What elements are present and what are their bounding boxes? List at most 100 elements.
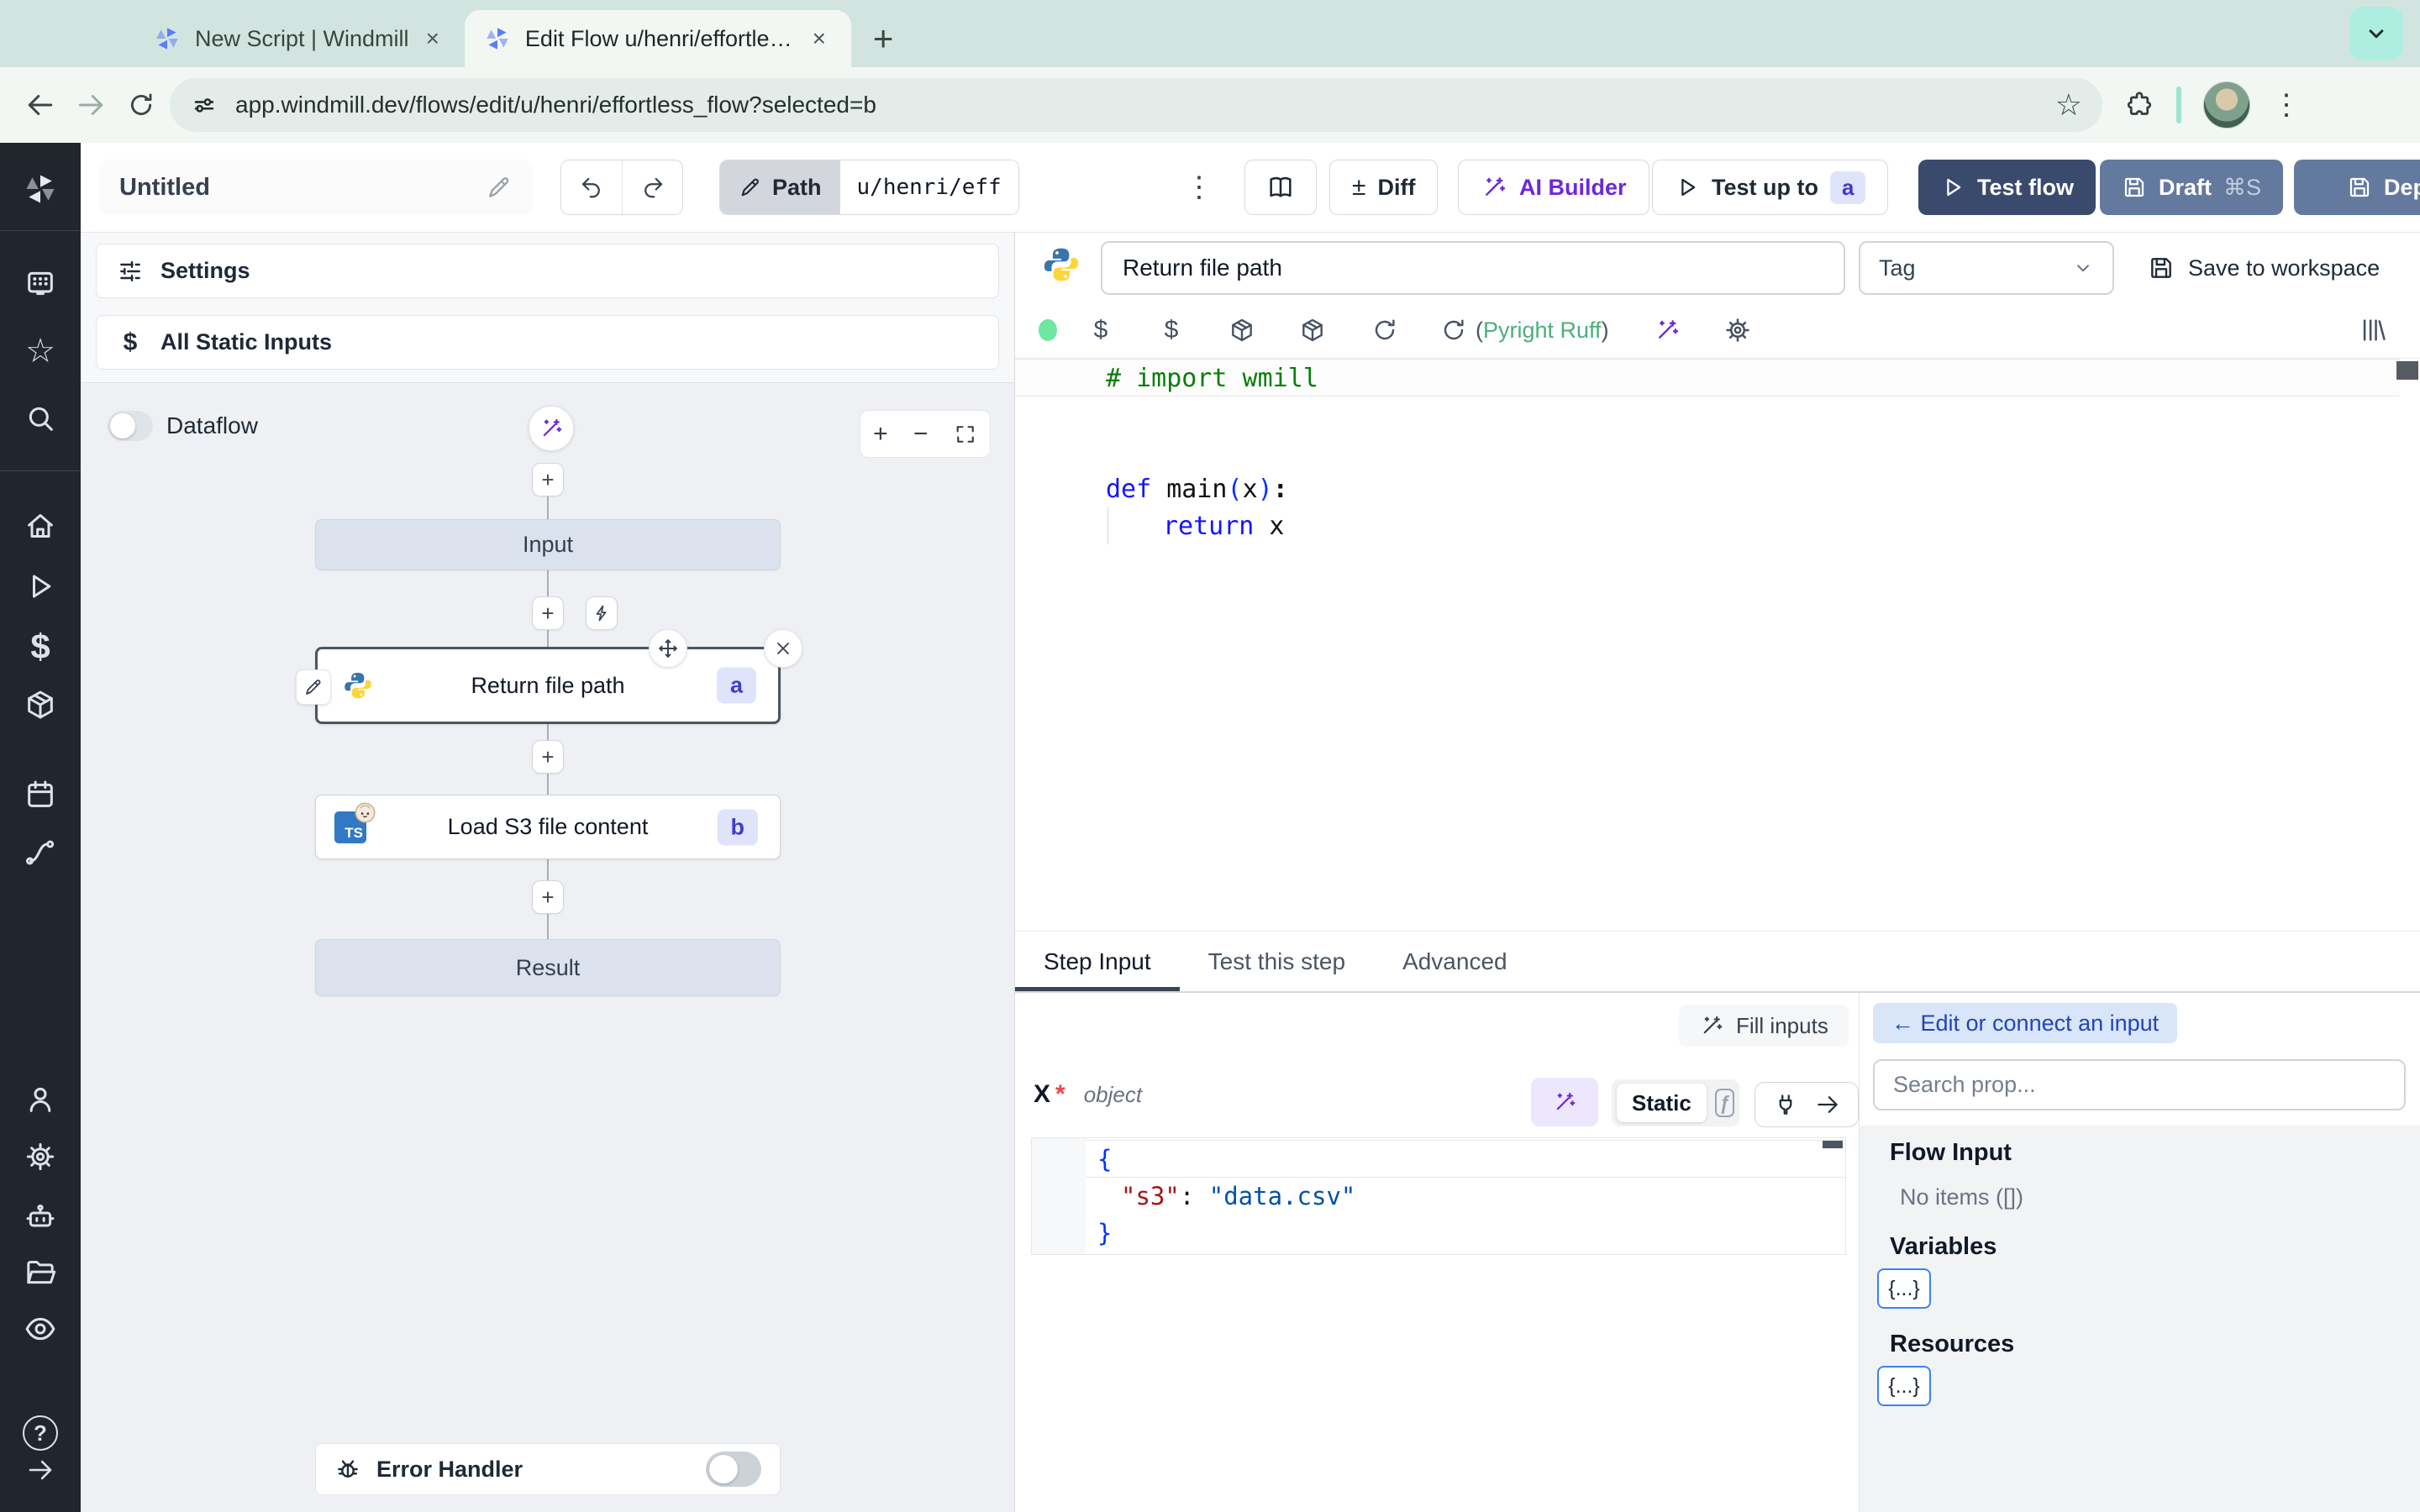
- error-handler-toggle[interactable]: [706, 1452, 761, 1487]
- back-button[interactable]: [18, 83, 62, 127]
- fill-inputs-button[interactable]: Fill inputs: [1679, 1005, 1849, 1047]
- browser-tab-inactive[interactable]: New Script | Windmill ×: [134, 10, 465, 67]
- sidebar-item-workers[interactable]: [0, 1194, 81, 1241]
- extensions-puzzle-icon[interactable]: [2124, 90, 2154, 120]
- windmill-favicon-icon: [153, 24, 182, 53]
- node-step-a-selected[interactable]: Return file path a: [296, 629, 802, 724]
- zoom-out-button[interactable]: −: [913, 420, 929, 449]
- json-value-editor[interactable]: { "s3": "data.csv" }: [1031, 1137, 1846, 1255]
- tab-test-this-step[interactable]: Test this step: [1180, 932, 1374, 991]
- sidebar-expand-icon[interactable]: [0, 1446, 81, 1494]
- insert-step-button[interactable]: +: [532, 740, 564, 774]
- sliders-icon: [117, 258, 144, 285]
- node-result[interactable]: Result: [315, 939, 781, 996]
- browser-tab-active[interactable]: Edit Flow u/henri/effortless_fl ×: [464, 10, 851, 67]
- assets-dollar-icon[interactable]: $: [1084, 302, 1118, 358]
- bookmark-star-icon[interactable]: ☆: [2055, 87, 2082, 123]
- redo-button[interactable]: [622, 160, 682, 214]
- resources-object-chip[interactable]: {...}: [1877, 1366, 1931, 1406]
- flow-graph-canvas[interactable]: Dataflow + − + Input + Return file path …: [81, 383, 1014, 1512]
- path-label-segment[interactable]: Path: [720, 160, 840, 214]
- editor-scrollbar[interactable]: [2396, 361, 2418, 380]
- edit-step-pencil-button[interactable]: [296, 669, 331, 705]
- sidebar-item-settings[interactable]: [0, 1133, 81, 1180]
- arrow-right-icon[interactable]: [1815, 1092, 1840, 1117]
- dataflow-toggle[interactable]: [108, 411, 153, 441]
- static-mode-button[interactable]: Static: [1617, 1084, 1707, 1122]
- sidebar-item-home[interactable]: [0, 502, 81, 549]
- library-icon[interactable]: [2356, 302, 2390, 358]
- zoom-in-button[interactable]: +: [873, 420, 888, 449]
- sidebar-item-favorites[interactable]: ☆: [0, 328, 81, 375]
- save-to-workspace-button[interactable]: Save to workspace: [2148, 241, 2380, 295]
- ai-fill-arg-button[interactable]: [1531, 1078, 1598, 1126]
- node-input[interactable]: Input: [315, 519, 781, 570]
- tab-step-input[interactable]: Step Input: [1015, 932, 1180, 991]
- variables-object-chip[interactable]: {...}: [1877, 1268, 1931, 1309]
- flow-settings-button[interactable]: Settings: [96, 244, 999, 298]
- sidebar-item-audit-logs[interactable]: [0, 1305, 81, 1352]
- sidebar-item-runs[interactable]: [0, 563, 81, 610]
- search-prop-input[interactable]: [1873, 1059, 2406, 1110]
- flow-title-box[interactable]: Untitled: [99, 160, 533, 215]
- resources-heading: Resources: [1890, 1331, 2015, 1357]
- undo-button[interactable]: [561, 160, 622, 214]
- site-info-icon[interactable]: [190, 91, 218, 119]
- sidebar-item-variables[interactable]: $: [0, 623, 81, 670]
- json-editor-scrollbar[interactable]: [1823, 1141, 1843, 1148]
- reset-icon[interactable]: [1437, 302, 1470, 358]
- add-trigger-bolt-button[interactable]: [586, 596, 618, 630]
- reload-icon[interactable]: [1368, 302, 1402, 358]
- diff-button[interactable]: ± Diff: [1329, 160, 1439, 215]
- tab-advanced[interactable]: Advanced: [1374, 932, 1536, 991]
- code-editor[interactable]: # import wmill def main(x): return x: [1015, 358, 2420, 931]
- variables-dollar-icon[interactable]: $: [1155, 302, 1188, 358]
- ai-wand-icon[interactable]: [1650, 302, 1684, 358]
- omnibox[interactable]: app.windmill.dev/flows/edit/u/henri/effo…: [170, 78, 2102, 132]
- step-name-input[interactable]: [1101, 241, 1845, 295]
- sidebar-item-workspace[interactable]: [0, 260, 81, 307]
- tab-close-icon[interactable]: ×: [809, 25, 829, 52]
- path-value[interactable]: u/henri/eff: [839, 160, 1018, 214]
- node-step-b[interactable]: TS Load S3 file content b: [315, 795, 781, 859]
- draft-button[interactable]: Draft ⌘S: [2100, 160, 2284, 215]
- insert-step-button[interactable]: +: [532, 596, 564, 630]
- sidebar-item-resources[interactable]: [0, 681, 81, 728]
- deploy-button[interactable]: Deploy: [2294, 160, 2420, 215]
- test-flow-button[interactable]: Test flow: [1918, 160, 2096, 215]
- sidebar-item-users[interactable]: [0, 1076, 81, 1123]
- tab-search-chevron-button[interactable]: [2349, 7, 2403, 60]
- javascript-expression-icon[interactable]: ƒ: [1714, 1089, 1734, 1117]
- editor-settings-gear-icon[interactable]: [1721, 302, 1754, 358]
- test-up-to-button[interactable]: Test up to a: [1652, 160, 1889, 215]
- sidebar-item-schedules[interactable]: [0, 771, 81, 818]
- docs-button[interactable]: [1244, 160, 1317, 215]
- fit-view-icon[interactable]: [954, 423, 977, 446]
- path-editor[interactable]: Path u/henri/eff: [719, 160, 1019, 215]
- resource-type-cube-icon[interactable]: [1296, 302, 1329, 358]
- flow-graph-panel: Settings $ All Static Inputs Dataflow + …: [81, 233, 1015, 1512]
- new-tab-button[interactable]: +: [851, 18, 916, 67]
- plug-icon[interactable]: [1773, 1092, 1798, 1117]
- ai-flow-wand-button[interactable]: [529, 406, 574, 451]
- more-options-kebab-icon[interactable]: ⋮: [1182, 160, 1216, 215]
- sidebar-item-flows[interactable]: [0, 829, 81, 876]
- sidebar-item-search[interactable]: [0, 395, 81, 442]
- all-static-inputs-button[interactable]: $ All Static Inputs: [96, 315, 999, 370]
- forward-button[interactable]: [69, 83, 113, 127]
- insert-step-button[interactable]: +: [532, 463, 564, 496]
- delete-node-button[interactable]: [764, 629, 802, 668]
- tag-select[interactable]: Tag: [1859, 241, 2114, 295]
- ai-builder-button[interactable]: AI Builder: [1458, 160, 1649, 215]
- edit-or-connect-button[interactable]: ← Edit or connect an input: [1873, 1003, 2178, 1043]
- move-node-button[interactable]: [649, 629, 687, 668]
- windmill-logo[interactable]: [0, 165, 81, 213]
- edit-title-pencil-icon[interactable]: [486, 174, 513, 201]
- insert-step-button[interactable]: +: [532, 880, 564, 914]
- resource-cube-icon[interactable]: [1225, 302, 1259, 358]
- avatar[interactable]: [2203, 81, 2250, 129]
- sidebar-item-folders[interactable]: [0, 1249, 81, 1296]
- tab-close-icon[interactable]: ×: [423, 25, 443, 52]
- reload-button[interactable]: [119, 83, 163, 127]
- browser-menu-kebab-icon[interactable]: ⋮: [2272, 88, 2301, 122]
